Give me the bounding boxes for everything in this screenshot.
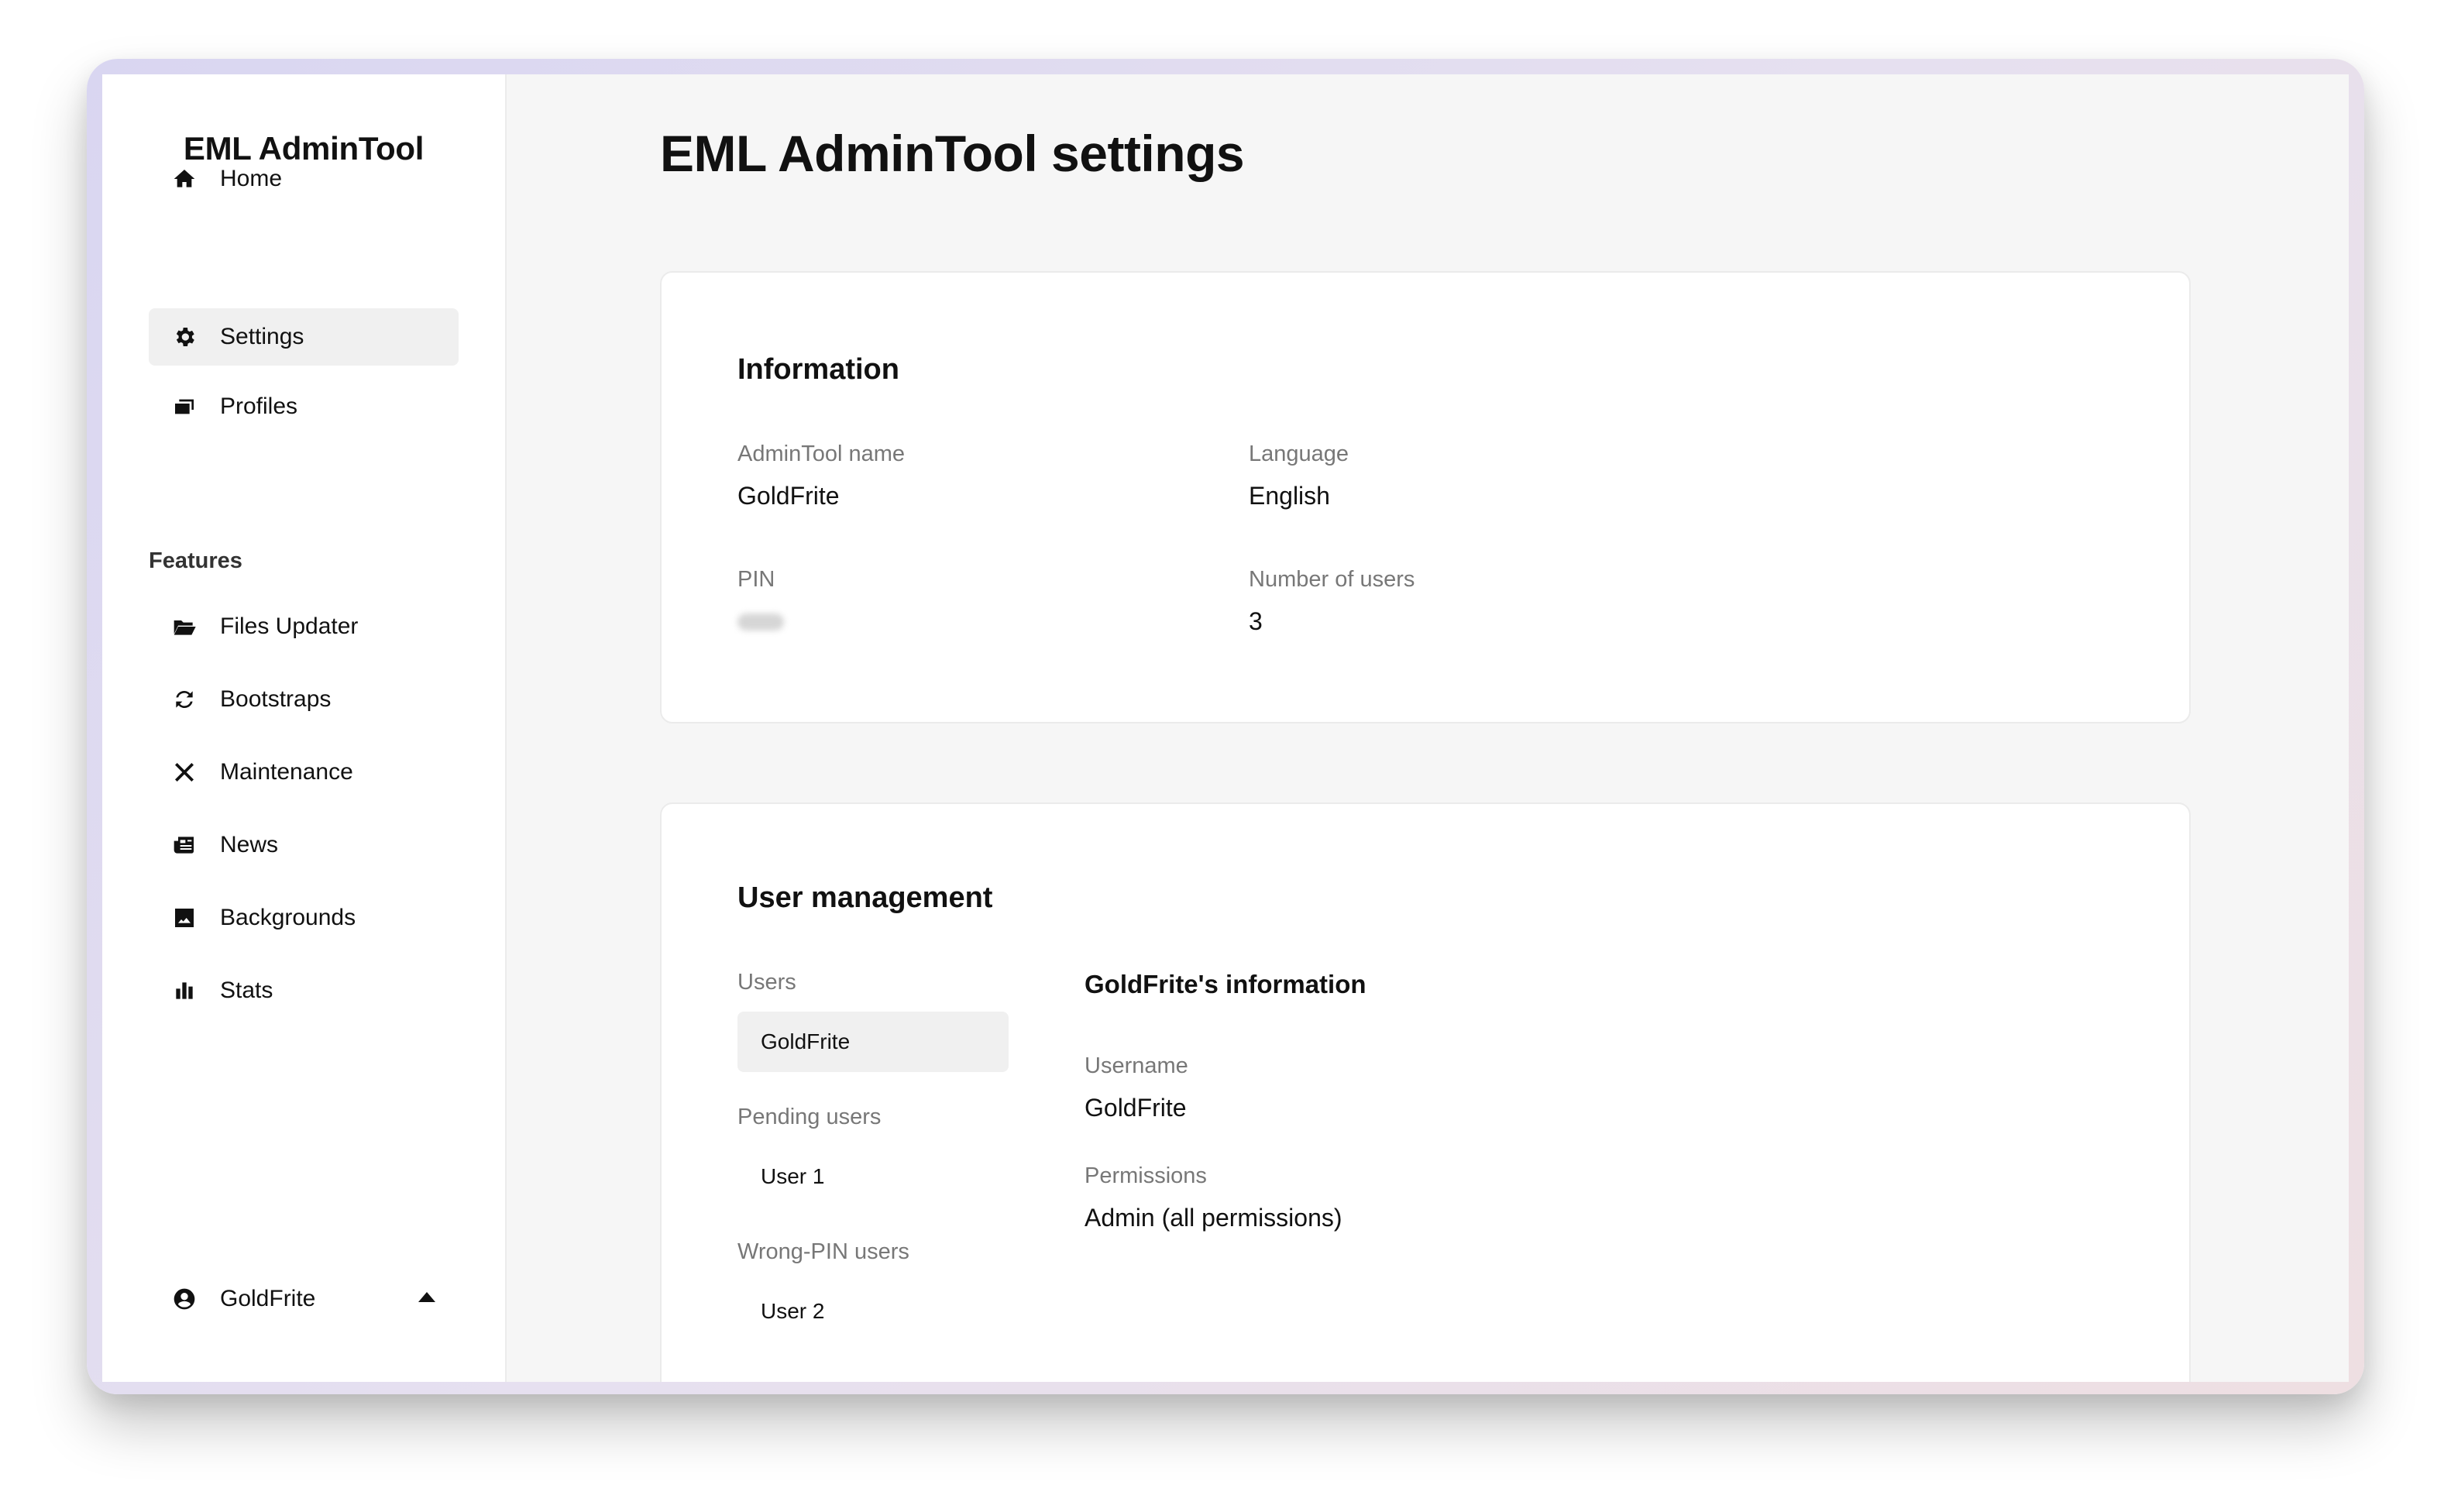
features-section-title: Features: [149, 548, 242, 573]
pending-users-label: Pending users: [737, 1105, 882, 1129]
nav-item-files-updater[interactable]: Files Updater: [149, 598, 459, 655]
pin-label: PIN: [737, 567, 775, 592]
sidebar: EML AdminTool Home Settings Profiles Fea…: [102, 74, 507, 1382]
nav-item-settings[interactable]: Settings: [149, 308, 459, 366]
nav-item-label: Files Updater: [220, 613, 359, 639]
tools-icon: [170, 758, 198, 786]
bar-chart-icon: [170, 977, 198, 1005]
nav-item-label: Stats: [220, 978, 273, 1003]
gear-icon: [170, 323, 198, 351]
permissions-label: Permissions: [1085, 1163, 1207, 1188]
username-value: GoldFrite: [1085, 1094, 1187, 1122]
caret-up-icon: [418, 1292, 435, 1302]
nav-item-label: Bootstraps: [220, 686, 332, 712]
pending-user-item[interactable]: User 1: [737, 1146, 1009, 1207]
folder-open-icon: [170, 613, 198, 641]
information-title: Information: [737, 353, 899, 386]
current-user-name: GoldFrite: [220, 1286, 316, 1311]
language-value: English: [1249, 482, 1330, 510]
language-label: Language: [1249, 442, 1349, 466]
users-count-label: Number of users: [1249, 567, 1415, 592]
nav-item-stats[interactable]: Stats: [149, 962, 459, 1019]
users-count-value: 3: [1249, 607, 1263, 635]
nav-item-label: News: [220, 832, 279, 857]
wrong-pin-user-item[interactable]: User 2: [737, 1281, 1009, 1342]
nav-item-home[interactable]: Home: [149, 150, 459, 208]
image-icon: [170, 904, 198, 932]
refresh-icon: [170, 686, 198, 713]
user-list-item-goldfrite[interactable]: GoldFrite: [737, 1012, 1009, 1072]
information-card: Information AdminTool name GoldFrite Lan…: [660, 271, 2191, 723]
page-title: EML AdminTool settings: [660, 125, 1245, 182]
user-menu-toggle[interactable]: GoldFrite: [149, 1270, 459, 1328]
username-label: Username: [1085, 1053, 1188, 1078]
users-label: Users: [737, 970, 796, 995]
user-detail-title: GoldFrite's information: [1085, 970, 1366, 998]
wrong-pin-users-label: Wrong-PIN users: [737, 1239, 909, 1264]
nav-item-profiles[interactable]: Profiles: [149, 378, 459, 435]
nav-item-label: Backgrounds: [220, 905, 356, 930]
main-content: EML AdminTool settings Information Admin…: [507, 74, 2349, 1382]
nav-item-bootstraps[interactable]: Bootstraps: [149, 671, 459, 728]
app-window: EML AdminTool Home Settings Profiles Fea…: [102, 74, 2349, 1382]
user-management-title: User management: [737, 881, 993, 914]
nav-item-label: Maintenance: [220, 759, 353, 785]
permissions-value: Admin (all permissions): [1085, 1204, 1342, 1232]
admintool-name-value: GoldFrite: [737, 482, 840, 510]
nav-item-label: Home: [220, 166, 283, 191]
user-circle-icon: [170, 1285, 198, 1313]
nav-item-news[interactable]: News: [149, 816, 459, 874]
admintool-name-label: AdminTool name: [737, 442, 905, 466]
user-management-card: User management Users GoldFrite Pending …: [660, 802, 2191, 1382]
nav-item-maintenance[interactable]: Maintenance: [149, 744, 459, 801]
nav-item-label: Settings: [220, 324, 304, 349]
pin-value-hidden: [737, 613, 784, 631]
profiles-icon: [170, 393, 198, 421]
newspaper-icon: [170, 831, 198, 859]
home-icon: [170, 165, 198, 193]
nav-item-backgrounds[interactable]: Backgrounds: [149, 889, 459, 947]
nav-item-label: Profiles: [220, 393, 298, 419]
